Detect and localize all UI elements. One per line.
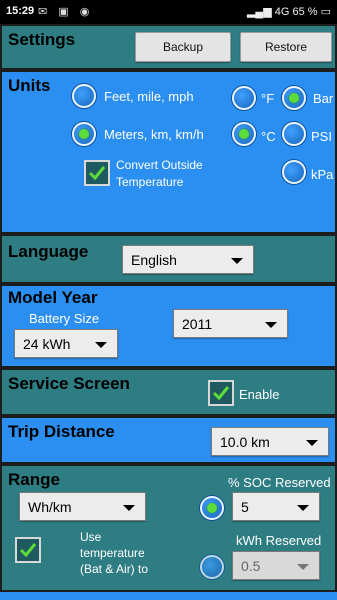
soc-reserved-value: 5: [241, 499, 249, 515]
status-bar: 15:29 ✉ ▣ ◉ ▂▄▆ 4G 65 % ▭: [0, 0, 337, 24]
use-temperature-label-2: temperature: [80, 546, 145, 560]
chevron-down-icon: [297, 564, 309, 570]
soc-reserved-label: % SOC Reserved: [228, 475, 331, 490]
bar-label: Bar: [313, 91, 334, 106]
language-value: English: [131, 252, 177, 268]
settings-title: Settings: [8, 30, 76, 49]
chevron-down-icon: [123, 505, 135, 511]
celsius-label: °C: [261, 129, 276, 144]
range-unit-select[interactable]: Wh/km: [19, 492, 146, 521]
meters-radio[interactable]: [72, 122, 96, 146]
soc-reserved-select[interactable]: 5: [232, 492, 320, 521]
checkmark-icon: [19, 543, 37, 558]
fahrenheit-label: °F: [261, 91, 275, 106]
range-unit-value: Wh/km: [28, 499, 72, 515]
model-year-title: Model Year: [8, 288, 98, 307]
feet-label: Feet, mile, mph: [104, 89, 194, 104]
backup-button[interactable]: Backup: [135, 32, 231, 62]
restore-button[interactable]: Restore: [240, 32, 332, 62]
convert-temp-checkbox[interactable]: [84, 160, 110, 186]
feet-radio[interactable]: [72, 84, 96, 108]
range-panel: Range Wh/km % SOC Reserved 5 Use tempera…: [0, 464, 337, 600]
chevron-down-icon: [95, 342, 107, 348]
trip-distance-title: Trip Distance: [8, 422, 115, 441]
psi-radio[interactable]: [282, 122, 306, 146]
model-year-panel: Model Year Battery Size 24 kWh 2011: [0, 284, 337, 368]
trip-distance-select[interactable]: 10.0 km: [211, 427, 329, 456]
checkmark-icon: [212, 386, 230, 401]
service-screen-panel: Service Screen Enable: [0, 368, 337, 416]
use-temperature-label-3: (Bat & Air) to: [80, 562, 149, 576]
chevron-down-icon: [231, 258, 243, 264]
celsius-radio[interactable]: [232, 122, 256, 146]
soc-reserved-radio[interactable]: [200, 496, 224, 520]
use-temperature-label-1: Use: [80, 530, 102, 544]
trip-distance-panel: Trip Distance 10.0 km: [0, 416, 337, 464]
next-section-strip: [0, 590, 337, 600]
meters-label: Meters, km, km/h: [104, 127, 204, 142]
checkmark-icon: [88, 166, 106, 181]
kwh-reserved-select[interactable]: 0.5: [232, 551, 320, 580]
service-screen-title: Service Screen: [8, 374, 130, 393]
chevron-down-icon: [297, 505, 309, 511]
psi-label: PSI: [311, 129, 332, 144]
kwh-reserved-label: kWh Reserved: [236, 533, 322, 548]
bar-radio[interactable]: [282, 86, 306, 110]
battery-size-value: 24 kWh: [23, 336, 71, 352]
status-indicators: 4G 65 %: [274, 6, 318, 18]
signal-icon: ▂▄▆: [246, 6, 272, 18]
service-enable-label: Enable: [239, 387, 280, 402]
status-time: 15:29: [6, 5, 35, 17]
fahrenheit-radio[interactable]: [232, 86, 256, 110]
language-select[interactable]: English: [122, 245, 254, 274]
units-panel: Units Feet, mile, mph Meters, km, km/h °…: [0, 70, 337, 234]
kpa-radio[interactable]: [282, 160, 306, 184]
language-panel: Language English: [0, 234, 337, 284]
chevron-down-icon: [265, 322, 277, 328]
trip-distance-value: 10.0 km: [220, 434, 270, 450]
battery-icon: ▭: [320, 6, 331, 18]
battery-size-label: Battery Size: [29, 311, 100, 326]
status-right: ▂▄▆ 4G 65 % ▭: [247, 5, 331, 18]
service-enable-checkbox[interactable]: [208, 380, 234, 406]
convert-temp-label-1: Convert Outside: [116, 158, 203, 172]
kpa-label: kPa: [311, 167, 334, 182]
model-year-select[interactable]: 2011: [173, 309, 288, 338]
chevron-down-icon: [306, 440, 318, 446]
language-title: Language: [8, 242, 89, 261]
notification-icons: ✉ ▣ ◉: [38, 6, 94, 18]
kwh-reserved-radio[interactable]: [200, 555, 224, 579]
units-title: Units: [8, 76, 51, 95]
use-temperature-checkbox[interactable]: [15, 537, 41, 563]
range-title: Range: [8, 470, 60, 489]
model-year-value: 2011: [182, 316, 213, 332]
settings-panel: Settings Backup Restore: [0, 24, 337, 70]
convert-temp-label-2: Temperature: [116, 175, 184, 189]
kwh-reserved-value: 0.5: [241, 558, 261, 574]
battery-size-select[interactable]: 24 kWh: [14, 329, 118, 358]
